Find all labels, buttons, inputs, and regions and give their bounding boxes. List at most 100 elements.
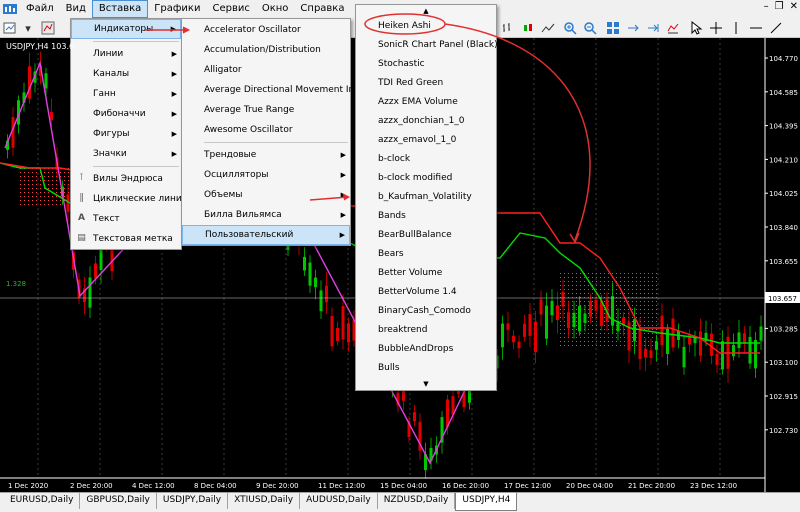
custom-indicator-item[interactable]: Bands: [356, 207, 496, 226]
scroll-up-icon[interactable]: ▲: [356, 5, 496, 17]
menu-item-awesome-oscillator[interactable]: Awesome Oscillator: [182, 120, 350, 140]
tab-gbpusd-daily[interactable]: GBPUSD,Daily: [80, 493, 157, 509]
scroll-down-icon[interactable]: ▼: [356, 378, 496, 390]
menu-item-accumulation-distribution[interactable]: Accumulation/Distribution: [182, 40, 350, 60]
menu-item-trend[interactable]: Трендовые ▶: [182, 145, 350, 165]
autoscroll-icon[interactable]: [645, 20, 661, 36]
indicators-list-icon[interactable]: [665, 20, 681, 36]
cloud-dot: [600, 281, 601, 282]
cloud-dot: [596, 333, 597, 334]
cloud-dot: [564, 309, 565, 310]
custom-indicator-item[interactable]: Better Volume: [356, 264, 496, 283]
tab-audusd-daily[interactable]: AUDUSD,Daily: [300, 493, 378, 509]
menu-item-text[interactable]: A Текст: [71, 209, 181, 229]
menu-item-adx[interactable]: Average Directional Movement Index: [182, 80, 371, 100]
horizontal-line-icon[interactable]: [748, 20, 764, 36]
menu-item-oscillators[interactable]: Осцилляторы ▶: [182, 165, 350, 185]
cloud-dot: [620, 333, 621, 334]
cloud-dot: [616, 345, 617, 346]
menu-item-shapes[interactable]: Фигуры ▶: [71, 124, 181, 144]
menu-window[interactable]: Окно: [256, 0, 295, 18]
menu-item-volumes[interactable]: Объемы ▶: [182, 185, 350, 205]
cloud-dot: [568, 281, 569, 282]
candle-body: [666, 329, 669, 354]
cloud-dot: [604, 301, 605, 302]
tab-usdjpy-daily[interactable]: USDJPY,Daily: [157, 493, 229, 509]
menu-item-custom[interactable]: Пользовательский ▶: [182, 225, 350, 245]
custom-indicator-item[interactable]: Bears: [356, 245, 496, 264]
tile-windows-icon[interactable]: [605, 20, 621, 36]
menu-tools[interactable]: Сервис: [206, 0, 255, 18]
custom-indicator-item[interactable]: BubbleAndDrops: [356, 340, 496, 359]
menu-item-atr[interactable]: Average True Range: [182, 100, 350, 120]
menu-help[interactable]: Справка: [294, 0, 350, 18]
cursor-icon[interactable]: [688, 20, 704, 36]
close-icon[interactable]: ✕: [790, 1, 798, 12]
menu-item-arrows[interactable]: Значки ▶: [71, 144, 181, 164]
menu-charts[interactable]: Графики: [148, 0, 206, 18]
custom-indicator-item[interactable]: BearBullBalance: [356, 226, 496, 245]
minimize-icon[interactable]: –: [764, 1, 769, 12]
tab-eurusd-daily[interactable]: EURUSD,Daily: [4, 493, 81, 509]
menu-item-fibonacci[interactable]: Фибоначчи ▶: [71, 104, 181, 124]
menu-file[interactable]: Файл: [20, 0, 60, 18]
custom-indicator-item[interactable]: BinaryCash_Comodo: [356, 302, 496, 321]
custom-indicator-item[interactable]: b-clock modified: [356, 169, 496, 188]
menu-item-cycle-lines[interactable]: ∥ Циклические линии: [71, 189, 187, 209]
custom-indicator-item[interactable]: TDI Red Green: [356, 74, 496, 93]
custom-indicator-item[interactable]: Bulls: [356, 359, 496, 378]
custom-indicator-item[interactable]: azzx_emavol_1_0: [356, 131, 496, 150]
cloud-dot: [656, 285, 657, 286]
tab-usdjpy-h4[interactable]: USDJPY,H4: [455, 493, 518, 511]
trendline-icon[interactable]: [768, 20, 784, 36]
menu-item-indicators[interactable]: Индикаторы ▶: [71, 19, 181, 39]
vertical-line-icon[interactable]: [728, 20, 744, 36]
tab-nzdusd-daily[interactable]: NZDUSD,Daily: [378, 493, 456, 509]
menu-item-bill-williams[interactable]: Билла Вильямса ▶: [182, 205, 350, 225]
menu-item-lines[interactable]: Линии ▶: [71, 44, 181, 64]
menu-item-andrews-pitchfork[interactable]: ⊺ Вилы Эндрюса: [71, 169, 181, 189]
custom-indicator-item[interactable]: b-clock: [356, 150, 496, 169]
cloud-dot: [576, 289, 577, 290]
menu-item-channels[interactable]: Каналы ▶: [71, 64, 181, 84]
custom-indicator-item[interactable]: BetterVolume 1.4: [356, 283, 496, 302]
profiles-icon[interactable]: [40, 20, 56, 36]
chart-shift-icon[interactable]: [625, 20, 641, 36]
zoom-in-icon[interactable]: [562, 20, 578, 36]
menu-insert[interactable]: Вставка: [91, 0, 149, 18]
candle-body: [682, 346, 686, 368]
custom-indicator-item[interactable]: Stochastic: [356, 55, 496, 74]
menu-item-label: Билла Вильямса: [204, 210, 282, 220]
custom-indicator-item[interactable]: Azzx EMA Volume: [356, 93, 496, 112]
menu-item-text-label[interactable]: ▤ Текстовая метка: [71, 229, 181, 249]
crosshair-icon[interactable]: [708, 20, 724, 36]
cloud-dot: [620, 341, 621, 342]
cloud-dot: [596, 277, 597, 278]
menu-item-alligator[interactable]: Alligator: [182, 60, 350, 80]
custom-indicator-item[interactable]: SonicR Chart Panel (Black): [356, 36, 498, 55]
cloud-dot: [624, 309, 625, 310]
custom-indicator-item[interactable]: breaktrend: [356, 321, 496, 340]
cloud-dot: [584, 277, 585, 278]
cloud-dot: [596, 325, 597, 326]
custom-indicator-item[interactable]: azzx_donchian_1_0: [356, 112, 496, 131]
new-chart-icon[interactable]: [2, 20, 18, 36]
candlestick-icon[interactable]: [520, 20, 536, 36]
cloud-dot: [576, 281, 577, 282]
cloud-dot: [584, 293, 585, 294]
tab-xtiusd-daily[interactable]: XTIUSD,Daily: [228, 493, 301, 509]
menu-view[interactable]: Вид: [60, 0, 92, 18]
cloud-dot: [628, 273, 629, 274]
zoom-out-icon[interactable]: [582, 20, 598, 36]
cloud-dot: [612, 341, 613, 342]
cloud-dot: [620, 321, 621, 322]
line-chart-icon[interactable]: [540, 20, 556, 36]
menu-item-accelerator-oscillator[interactable]: Accelerator Oscillator: [182, 20, 350, 40]
menu-item-label: Фигуры: [93, 129, 130, 139]
restore-icon[interactable]: ❐: [775, 1, 784, 12]
menu-item-gann[interactable]: Ганн ▶: [71, 84, 181, 104]
custom-indicator-item[interactable]: b_Kaufman_Volatility: [356, 188, 496, 207]
bar-chart-icon[interactable]: [500, 20, 516, 36]
custom-indicator-item[interactable]: Heiken Ashi: [356, 17, 496, 36]
dropdown-arrow-icon[interactable]: ▾: [20, 20, 36, 36]
